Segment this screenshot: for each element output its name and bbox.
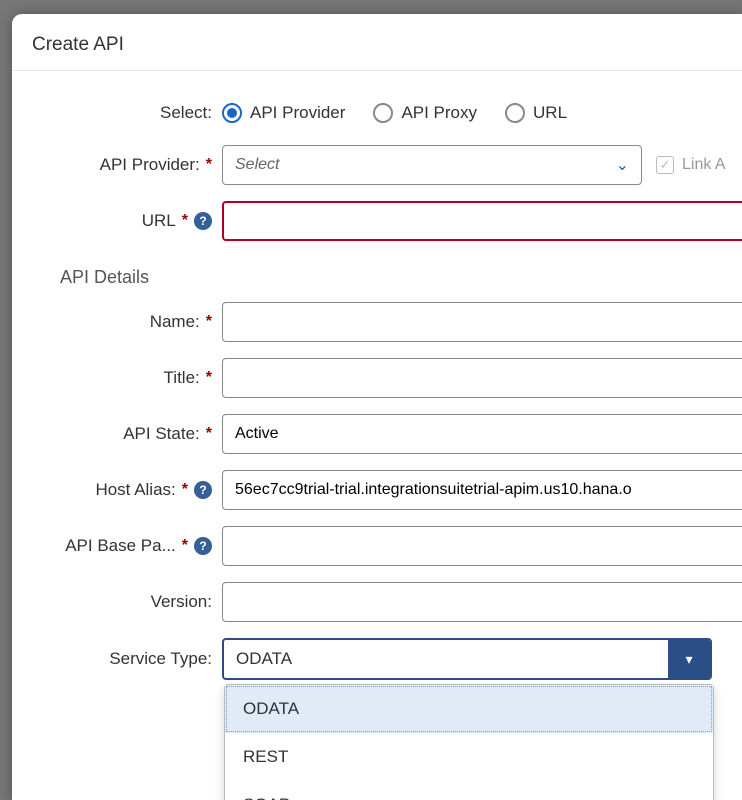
api-provider-select[interactable]: Select ⌄ — [222, 145, 642, 185]
url-input[interactable] — [222, 201, 742, 241]
label-api-base-path-text: API Base Pa... — [65, 536, 176, 556]
link-checkbox[interactable]: ✓ Link A — [656, 156, 726, 174]
field-select: API Provider API Proxy URL — [222, 103, 742, 123]
link-label: Link A — [682, 156, 726, 174]
radio-api-provider[interactable]: API Provider — [222, 103, 345, 123]
field-url — [222, 201, 742, 241]
api-provider-placeholder: Select — [235, 156, 279, 174]
service-type-dropdown-button[interactable]: ▾ — [668, 640, 710, 678]
service-type-option-odata[interactable]: ODATA — [225, 685, 713, 733]
label-api-state: API State: * — [12, 424, 222, 444]
field-api-base-path — [222, 526, 742, 566]
service-type-option-soap[interactable]: SOAP — [225, 781, 713, 800]
label-url: URL * ? — [12, 211, 222, 231]
service-type-value: ODATA — [224, 640, 668, 678]
row-api-provider: API Provider: * Select ⌄ ✓ Link A — [12, 137, 742, 193]
title-input[interactable] — [222, 358, 742, 398]
label-title: Title: * — [12, 368, 222, 388]
label-api-base-path: API Base Pa... * ? — [12, 536, 222, 556]
section-api-details: API Details — [12, 249, 742, 294]
api-base-path-input[interactable] — [222, 526, 742, 566]
required-asterisk: * — [206, 156, 212, 174]
chevron-down-icon: ▾ — [685, 651, 692, 668]
host-alias-input[interactable] — [222, 470, 742, 510]
service-type-option-rest[interactable]: REST — [225, 733, 713, 781]
required-asterisk: * — [206, 313, 212, 331]
service-type-dropdown: ODATA REST SOAP — [224, 684, 714, 800]
label-version: Version: — [12, 592, 222, 612]
field-version — [222, 582, 742, 622]
required-asterisk: * — [206, 425, 212, 443]
label-host-alias-text: Host Alias: — [95, 480, 175, 500]
radio-api-proxy[interactable]: API Proxy — [373, 103, 477, 123]
name-input[interactable] — [222, 302, 742, 342]
dialog-backdrop: Create API Select: API Provider AP — [0, 0, 742, 800]
label-api-state-text: API State: — [123, 424, 200, 444]
label-select-text: Select: — [160, 103, 212, 123]
row-api-state: API State: * — [12, 406, 742, 462]
label-url-text: URL — [142, 211, 176, 231]
radio-icon — [373, 103, 393, 123]
row-host-alias: Host Alias: * ? — [12, 462, 742, 518]
label-name-text: Name: — [150, 312, 200, 332]
service-type-select[interactable]: ODATA ▾ ODATA REST SOAP — [222, 638, 712, 680]
required-asterisk: * — [206, 369, 212, 387]
api-state-input[interactable] — [222, 414, 742, 454]
row-url: URL * ? — [12, 193, 742, 249]
radio-label-api-proxy: API Proxy — [401, 103, 477, 123]
label-select: Select: — [12, 103, 222, 123]
create-api-dialog: Create API Select: API Provider AP — [12, 14, 742, 800]
label-version-text: Version: — [151, 592, 212, 612]
label-api-provider-text: API Provider: — [100, 155, 200, 175]
help-icon[interactable]: ? — [194, 537, 212, 555]
label-api-provider: API Provider: * — [12, 155, 222, 175]
label-title-text: Title: — [164, 368, 200, 388]
row-service-type: Service Type: ODATA ▾ ODATA REST SOAP — [12, 630, 742, 688]
label-service-type-text: Service Type: — [109, 649, 212, 669]
field-host-alias — [222, 470, 742, 510]
dialog-title: Create API — [12, 14, 742, 71]
row-api-base-path: API Base Pa... * ? — [12, 518, 742, 574]
help-icon[interactable]: ? — [194, 481, 212, 499]
radio-group-select: API Provider API Proxy URL — [222, 103, 567, 123]
radio-url[interactable]: URL — [505, 103, 567, 123]
label-name: Name: * — [12, 312, 222, 332]
field-api-provider: Select ⌄ ✓ Link A — [222, 145, 742, 185]
field-api-state — [222, 414, 742, 454]
field-service-type: ODATA ▾ ODATA REST SOAP — [222, 638, 742, 680]
row-select: Select: API Provider API Proxy — [12, 89, 742, 137]
form-area: Select: API Provider API Proxy — [12, 71, 742, 688]
label-host-alias: Host Alias: * ? — [12, 480, 222, 500]
checkbox-icon: ✓ — [656, 156, 674, 174]
required-asterisk: * — [182, 212, 188, 230]
help-icon[interactable]: ? — [194, 212, 212, 230]
required-asterisk: * — [182, 537, 188, 555]
label-service-type: Service Type: — [12, 649, 222, 669]
version-input[interactable] — [222, 582, 742, 622]
row-title: Title: * — [12, 350, 742, 406]
radio-icon — [505, 103, 525, 123]
radio-icon — [222, 103, 242, 123]
field-name — [222, 302, 742, 342]
row-version: Version: — [12, 574, 742, 630]
radio-label-url: URL — [533, 103, 567, 123]
required-asterisk: * — [182, 481, 188, 499]
field-title — [222, 358, 742, 398]
row-name: Name: * — [12, 294, 742, 350]
chevron-down-icon: ⌄ — [616, 155, 629, 175]
radio-label-api-provider: API Provider — [250, 103, 345, 123]
